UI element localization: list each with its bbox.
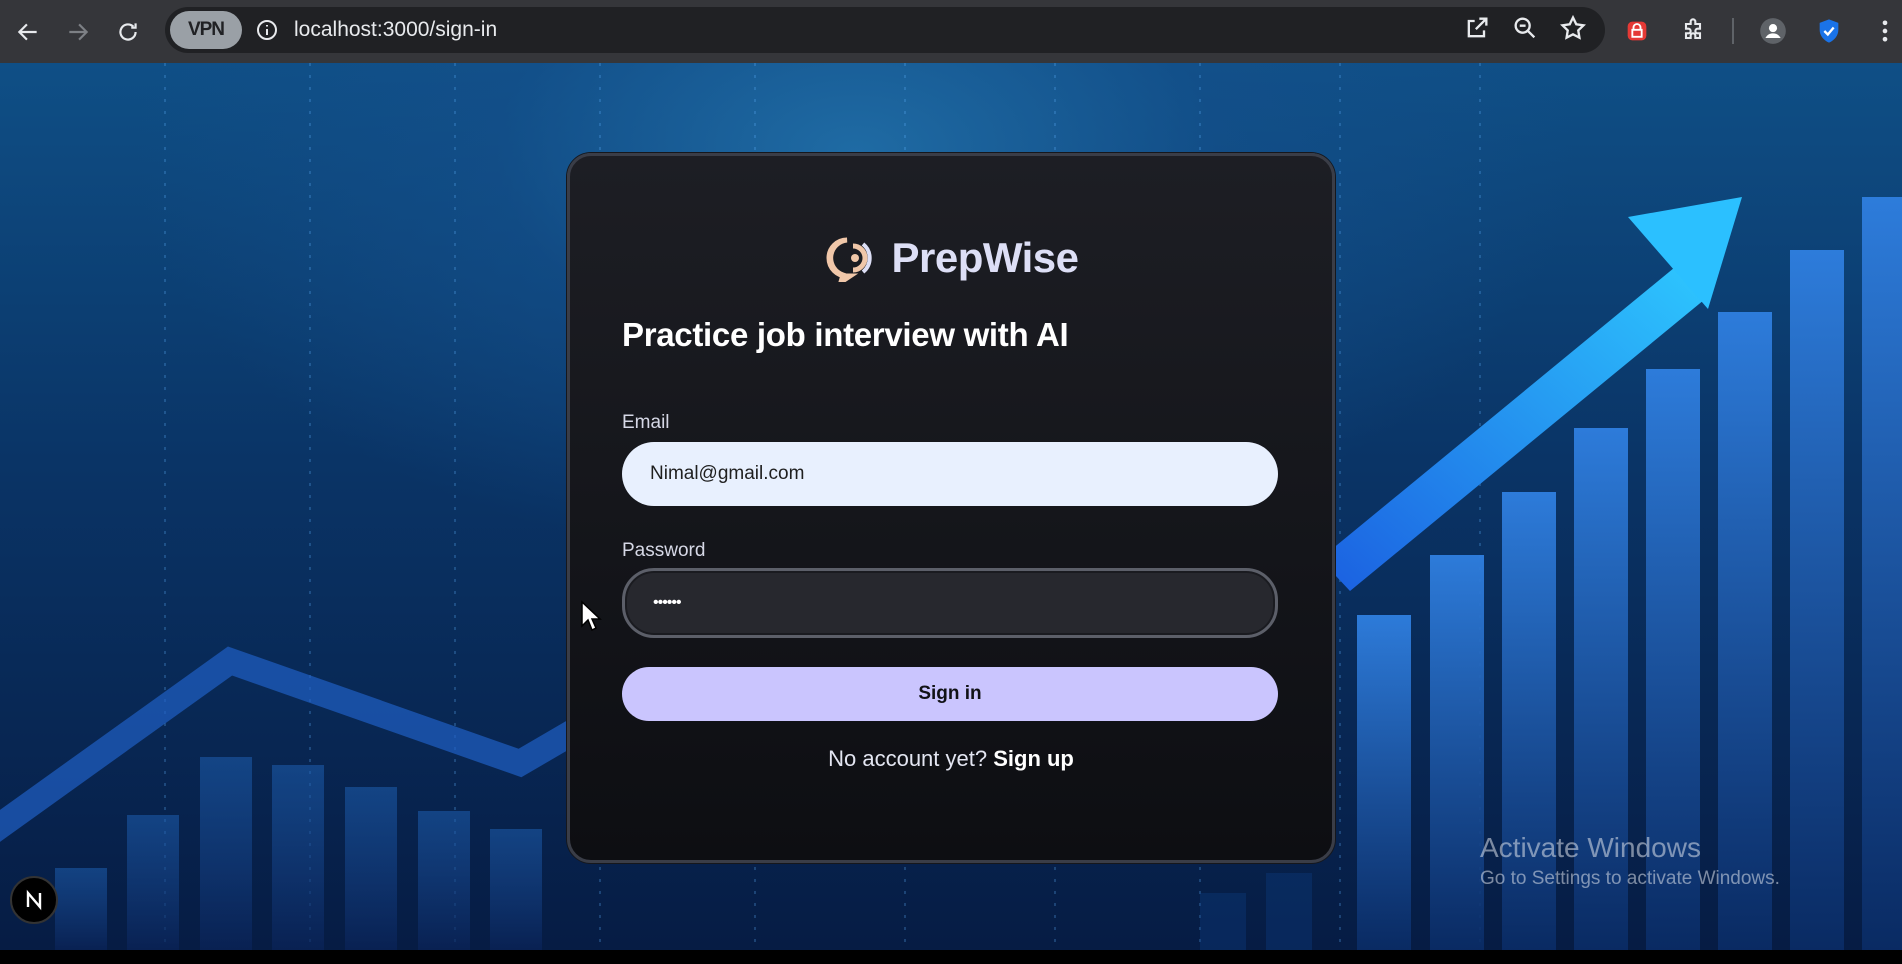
address-bar[interactable]: VPN localhost:3000/sign-in: [165, 7, 1605, 53]
arrow-left-icon: [17, 23, 37, 40]
lock-extension-icon[interactable]: [1620, 14, 1654, 48]
mouse-cursor-icon: [581, 600, 602, 632]
signup-prompt-text: No account yet?: [828, 746, 988, 771]
extensions-puzzle-icon[interactable]: [1676, 14, 1710, 48]
toolbar-divider: [1732, 18, 1734, 44]
zoom-icon[interactable]: [1511, 14, 1539, 47]
reload-icon: [119, 22, 137, 41]
browser-toolbar: VPN localhost:3000/sign-in: [0, 0, 1902, 63]
reload-button[interactable]: [106, 10, 150, 54]
brand-name: PrepWise: [891, 234, 1079, 281]
email-value: Nimal@gmail.com: [650, 463, 805, 484]
forward-button[interactable]: [56, 10, 100, 54]
page-background: PrepWise Practice job interview with AI …: [0, 63, 1902, 950]
share-icon[interactable]: [1463, 14, 1491, 47]
screen-bottom-edge: [0, 950, 1902, 964]
bookmark-star-icon[interactable]: [1559, 14, 1587, 47]
brand-logo: PrepWise: [570, 234, 1332, 282]
email-label: Email: [622, 412, 670, 433]
profile-avatar-icon[interactable]: [1756, 14, 1790, 48]
vpn-badge[interactable]: VPN: [170, 11, 242, 49]
sign-in-button[interactable]: Sign in: [622, 667, 1278, 721]
password-value: ••••••: [653, 594, 682, 611]
page-heading: Practice job interview with AI: [622, 316, 1069, 353]
sign-up-link[interactable]: Sign up: [993, 746, 1074, 771]
signup-prompt: No account yet? Sign up: [570, 746, 1332, 772]
site-info-icon[interactable]: [254, 17, 280, 43]
watermark-title: Activate Windows: [1480, 832, 1701, 863]
vpn-label: VPN: [187, 19, 225, 40]
chat-bubble-logo-icon: [826, 237, 873, 282]
email-field[interactable]: Nimal@gmail.com: [622, 442, 1278, 506]
nextjs-dev-badge[interactable]: [10, 876, 58, 924]
back-button[interactable]: [6, 10, 50, 54]
shield-check-icon[interactable]: [1812, 14, 1846, 48]
arrow-right-icon: [69, 23, 89, 40]
password-field[interactable]: ••••••: [622, 568, 1278, 638]
windows-activation-watermark: Activate Windows Go to Settings to activ…: [1480, 832, 1780, 890]
sign-in-card: PrepWise Practice job interview with AI …: [567, 153, 1335, 863]
watermark-subtitle: Go to Settings to activate Windows.: [1480, 868, 1780, 889]
url-text[interactable]: localhost:3000/sign-in: [294, 18, 497, 42]
nextjs-logo-icon: [26, 889, 42, 911]
password-label: Password: [622, 540, 706, 561]
menu-kebab-icon[interactable]: [1868, 14, 1902, 48]
